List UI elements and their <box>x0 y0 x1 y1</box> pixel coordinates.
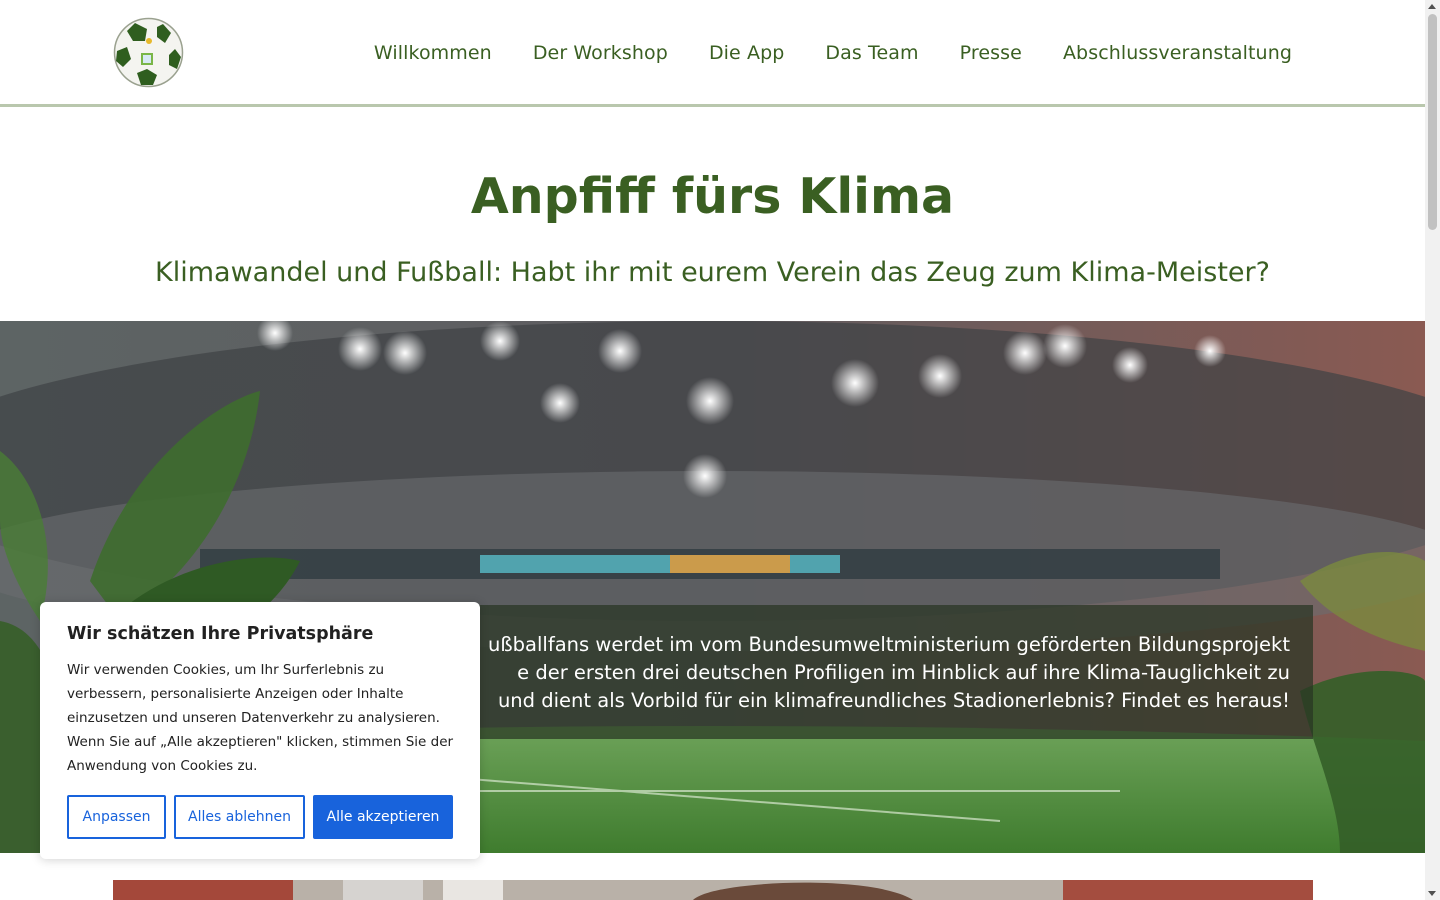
nav-das-team[interactable]: Das Team <box>825 39 918 67</box>
customize-button[interactable]: Anpassen <box>67 795 166 839</box>
accept-all-button[interactable]: Alle akzeptieren <box>313 795 453 839</box>
hero-intro-box: ußballfans werdet im vom Bundesumweltmin… <box>440 605 1313 739</box>
scroll-up-icon[interactable] <box>1428 4 1436 9</box>
scroll-down-icon[interactable] <box>1428 891 1436 896</box>
reject-all-button[interactable]: Alles ablehnen <box>174 795 305 839</box>
hero-text-line-2: e der ersten drei deutschen Profiligen i… <box>517 661 1290 684</box>
team-photo <box>113 880 1313 900</box>
page-scrollbar[interactable] <box>1425 0 1440 900</box>
nav-der-workshop[interactable]: Der Workshop <box>533 39 668 67</box>
main-navigation: Willkommen Der Workshop Die App Das Team… <box>374 39 1292 67</box>
hero-intro-text: ußballfans werdet im vom Bundesumweltmin… <box>440 631 1290 715</box>
nav-presse[interactable]: Presse <box>960 39 1022 67</box>
cookie-title: Wir schätzen Ihre Privatsphäre <box>67 624 374 644</box>
nav-willkommen[interactable]: Willkommen <box>374 39 492 67</box>
cookie-consent-dialog: Wir schätzen Ihre Privatsphäre Wir verwe… <box>40 602 480 859</box>
nav-abschlussveranstaltung[interactable]: Abschlussveranstaltung <box>1063 39 1292 67</box>
page-title: Anpfiff fürs Klima <box>470 168 955 225</box>
hero-text-line-1: ußballfans werdet im vom Bundesumweltmin… <box>488 633 1290 656</box>
cookie-description: Wir verwenden Cookies, um Ihr Surferlebn… <box>67 662 454 774</box>
nav-die-app[interactable]: Die App <box>709 39 784 67</box>
page-subtitle: Klimawandel und Fußball: Habt ihr mit eu… <box>155 257 1270 288</box>
soccer-ball-logo-icon[interactable] <box>113 17 184 88</box>
scrollbar-thumb[interactable] <box>1428 14 1437 230</box>
site-header: Willkommen Der Workshop Die App Das Team… <box>0 0 1425 107</box>
hero-text-line-3: und dient als Vorbild für ein klimafreun… <box>497 689 1290 712</box>
